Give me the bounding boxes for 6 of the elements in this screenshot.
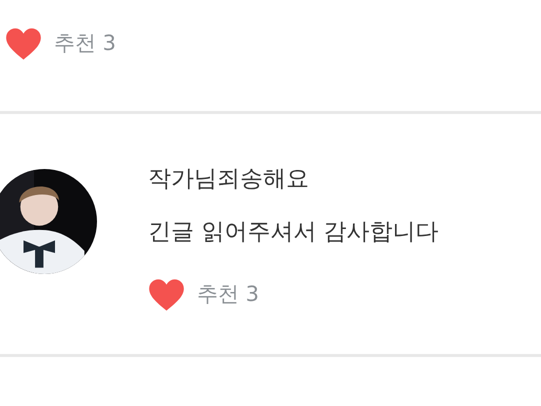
heart-icon[interactable] (5, 27, 42, 61)
comment-text: 긴글 읽어주셔서 감사합니다 (148, 218, 439, 246)
comment-author: 작가님죄송해요 (148, 166, 310, 194)
recommend-count: 추천 3 (197, 281, 260, 308)
heart-icon[interactable] (148, 278, 185, 312)
recommend-count: 추천 3 (54, 30, 116, 58)
